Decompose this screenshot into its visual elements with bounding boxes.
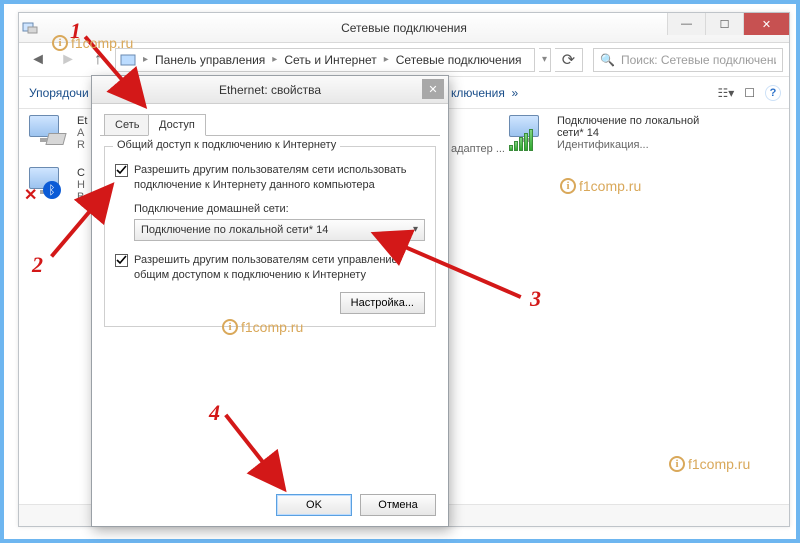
conn-line2: Н [77, 179, 85, 191]
group-title: Общий доступ к подключению к Интернету [113, 139, 340, 151]
address-bar[interactable]: ▸ Панель управления ▸ Сеть и Интернет ▸ … [115, 48, 535, 72]
conn-status: Идентификация... [557, 139, 699, 151]
breadcrumb-1[interactable]: Панель управления [155, 53, 265, 67]
titlebar: Сетевые подключения — ☐ ✕ [19, 13, 789, 43]
dialog-titlebar: Ethernet: свойства ✕ [92, 76, 448, 104]
window-icon [19, 20, 41, 36]
allow-sharing-label: Разрешить другим пользователям сети испо… [134, 163, 425, 193]
home-network-combo[interactable]: Подключение по локальной сети* 14 [134, 219, 425, 241]
conn-name-line2: сети* 14 [557, 127, 699, 139]
nav-forward-button[interactable]: ► [55, 47, 81, 73]
connection-local-14[interactable]: Подключение по локальной сети* 14 Иденти… [509, 115, 699, 151]
connection-ethernet[interactable]: Et A R [29, 115, 87, 151]
breadcrumb-2[interactable]: Сеть и Интернет [284, 53, 376, 67]
refresh-button[interactable]: ⟳ [555, 48, 583, 72]
close-button[interactable]: ✕ [743, 13, 789, 35]
view-list-icon[interactable]: ☐ [744, 86, 755, 100]
ethernet-icon [29, 115, 69, 149]
conn-name: Et [77, 115, 87, 127]
breadcrumb-3[interactable]: Сетевые подключения [396, 53, 522, 67]
dialog-close-button[interactable]: ✕ [422, 79, 444, 99]
conn-name-line1: Подключение по локальной [557, 115, 699, 127]
search-placeholder: Поиск: Сетевые подключения [621, 53, 776, 67]
dialog-title: Ethernet: свойства [219, 83, 321, 97]
ok-button[interactable]: OK [276, 494, 352, 516]
nav-back-button[interactable]: ◄ [25, 47, 51, 73]
connection-bluetooth[interactable]: ✕ᛒ С Н B [29, 167, 85, 203]
settings-button[interactable]: Настройка... [340, 292, 425, 314]
sharing-group: Общий доступ к подключению к Интернету Р… [104, 146, 436, 327]
nav-up-button[interactable]: ↑ [85, 47, 111, 73]
allow-control-checkbox[interactable] [115, 254, 128, 267]
allow-control-label: Разрешить другим пользователям сети упра… [134, 253, 425, 283]
maximize-button[interactable]: ☐ [705, 13, 743, 35]
address-dropdown[interactable]: ▾ [539, 48, 551, 72]
toolbar-connection-menu[interactable]: ключения » [451, 86, 518, 100]
help-icon[interactable]: ? [765, 85, 781, 101]
cancel-button[interactable]: Отмена [360, 494, 436, 516]
organize-menu[interactable]: Упорядочи [29, 86, 89, 100]
conn-line3: B [77, 191, 85, 203]
search-input[interactable]: 🔍 Поиск: Сетевые подключения [593, 48, 783, 72]
combo-value: Подключение по локальной сети* 14 [141, 224, 328, 236]
adapter-tail: адаптер ... [451, 143, 505, 155]
properties-dialog: Ethernet: свойства ✕ Сеть Доступ Общий д… [91, 75, 449, 527]
allow-sharing-checkbox[interactable] [115, 164, 128, 177]
panel-icon [120, 52, 136, 68]
conn-line2: A [77, 127, 87, 139]
window-title: Сетевые подключения [341, 21, 467, 35]
tab-sharing[interactable]: Доступ [148, 114, 206, 136]
wifi-icon [509, 115, 549, 149]
chevron-right-icon: ▸ [381, 54, 392, 65]
tab-row: Сеть Доступ [100, 112, 440, 136]
view-thumbs-icon[interactable]: ☷▾ [717, 86, 734, 100]
conn-name: С [77, 167, 85, 179]
minimize-button[interactable]: — [667, 13, 705, 35]
search-icon: 🔍 [600, 53, 615, 67]
conn-line3: R [77, 139, 87, 151]
navbar: ◄ ► ↑ ▸ Панель управления ▸ Сеть и Интер… [19, 43, 789, 77]
chevron-right-icon: ▸ [140, 54, 151, 65]
chevron-right-icon: ▸ [269, 54, 280, 65]
tab-network[interactable]: Сеть [104, 114, 150, 136]
combo-label: Подключение домашней сети: [115, 203, 425, 215]
bluetooth-icon: ✕ᛒ [29, 167, 69, 201]
